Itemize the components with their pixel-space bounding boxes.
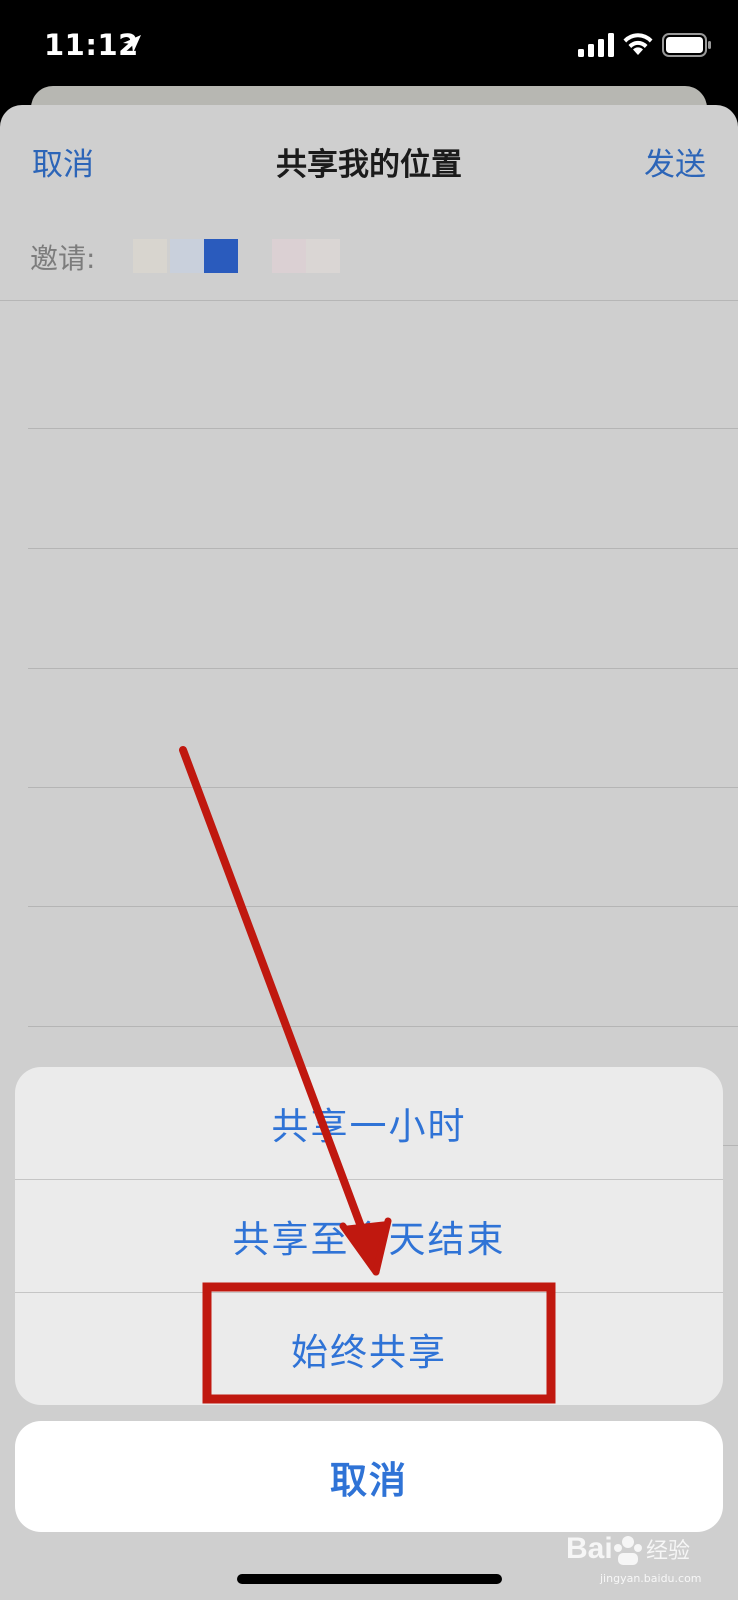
list-divider <box>28 668 738 669</box>
location-arrow-icon <box>123 35 141 53</box>
battery-icon <box>662 33 711 57</box>
nav-send-button[interactable]: 发送 <box>644 139 706 184</box>
share-one-hour-option[interactable]: 共享一小时 <box>15 1067 723 1179</box>
sheet-nav-bar: 取消 共享我的位置 发送 <box>0 105 738 205</box>
share-indefinitely-option[interactable]: 始终共享 <box>15 1292 723 1404</box>
svg-text:经验: 经验 <box>646 1539 690 1564</box>
recipient-chip <box>272 239 306 273</box>
invite-label: 邀请: <box>30 242 96 275</box>
recipient-chip <box>170 239 204 273</box>
list-divider <box>28 1026 738 1027</box>
list-divider <box>28 906 738 907</box>
list-divider <box>28 787 738 788</box>
recipient-chip <box>204 239 238 273</box>
share-duration-action-sheet: 共享一小时 共享至今天结束 始终共享 <box>15 1067 723 1405</box>
recipient-chip <box>133 239 167 273</box>
status-bar: 11:12 <box>0 0 738 90</box>
baidu-watermark-logo: Bai 经验 <box>566 1532 690 1565</box>
cellular-signal-icon <box>578 33 614 57</box>
home-indicator[interactable] <box>237 1574 502 1584</box>
svg-text:Bai: Bai <box>566 1532 613 1565</box>
recipient-chip <box>306 239 340 273</box>
watermark-text: jingyan.baidu.com <box>600 1572 702 1585</box>
list-divider <box>28 428 738 429</box>
wifi-icon <box>623 33 653 55</box>
phone-screen: 11:12 取消 共享我的位置 发送 邀请: 共享一小时 共享至今天结束 始终共… <box>0 0 738 1600</box>
sheet-title: 共享我的位置 <box>276 147 462 183</box>
invite-row[interactable]: 邀请: <box>0 215 738 301</box>
list-divider <box>28 548 738 549</box>
action-sheet-cancel-button[interactable]: 取消 <box>15 1421 723 1532</box>
share-until-end-of-day-option[interactable]: 共享至今天结束 <box>15 1179 723 1291</box>
